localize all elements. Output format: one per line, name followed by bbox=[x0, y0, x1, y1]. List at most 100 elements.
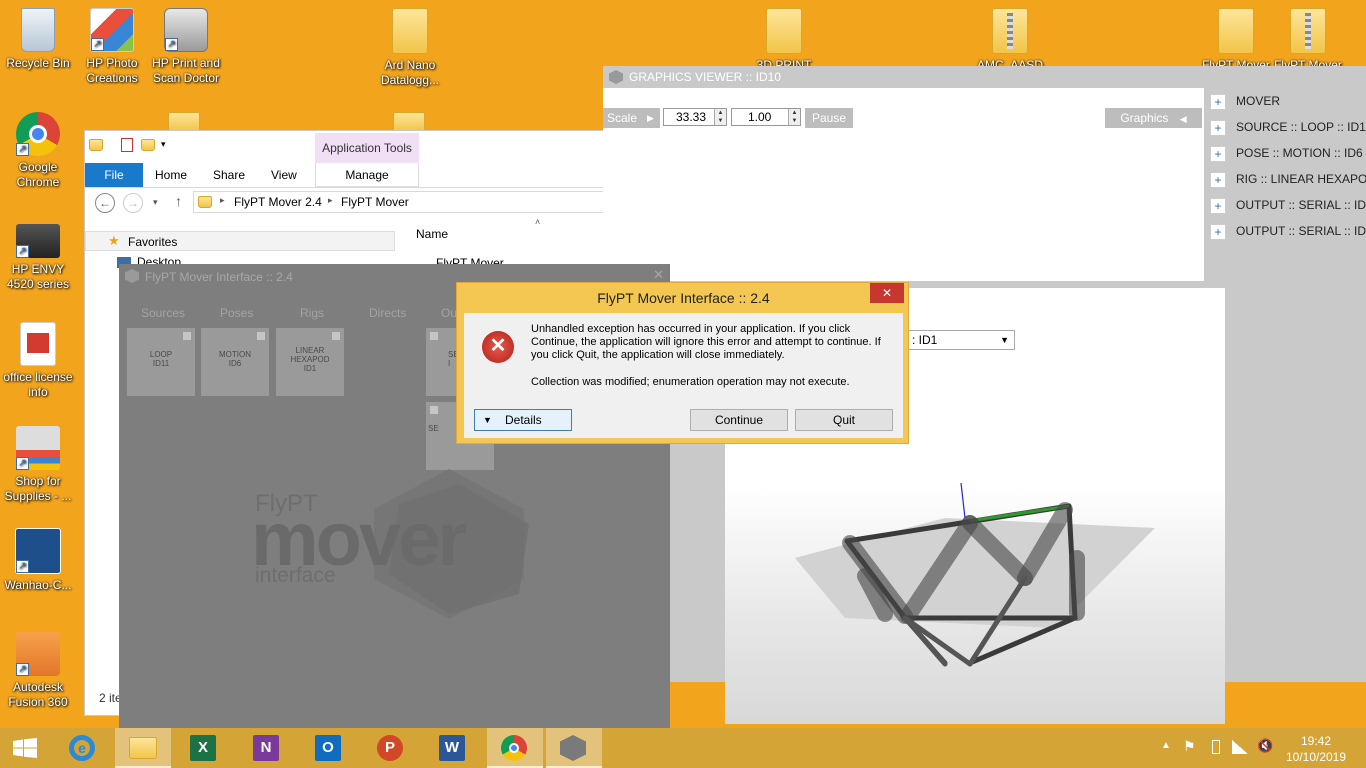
tree-node-output-id3[interactable]: + OUTPUT :: SERIAL :: ID3 bbox=[1207, 194, 1366, 216]
battery-icon[interactable] bbox=[1212, 740, 1220, 754]
taskbar-internet-explorer[interactable]: e bbox=[54, 728, 110, 768]
tree-node-pose[interactable]: + POSE :: MOTION :: ID6 bbox=[1207, 142, 1363, 164]
tab-home[interactable]: Home bbox=[145, 163, 197, 187]
expand-icon[interactable]: + bbox=[1210, 145, 1226, 162]
tab-file[interactable]: File bbox=[85, 163, 143, 187]
desktop-icon-label: Shop for Supplies - ... bbox=[4, 474, 72, 503]
tree-node-rig[interactable]: + RIG :: LINEAR HEXAPOD bbox=[1207, 168, 1366, 190]
taskbar: e X N O P W ▲ ⚑ 🔇 19:42 10/10/2019 bbox=[0, 728, 1366, 768]
desktop-icon-3d-print[interactable]: 3D PRINT bbox=[746, 8, 822, 66]
taskbar-outlook[interactable]: O bbox=[300, 728, 356, 768]
checkbox-icon[interactable] bbox=[430, 406, 438, 414]
folder-icon[interactable] bbox=[89, 139, 103, 151]
tab-sources[interactable]: Sources bbox=[141, 306, 185, 320]
tree-node-mover[interactable]: + MOVER bbox=[1207, 90, 1280, 112]
tab-rigs[interactable]: Rigs bbox=[300, 306, 324, 320]
desktop-icon-office-license[interactable]: office license info bbox=[0, 322, 76, 400]
recent-locations-icon[interactable]: ▾ bbox=[153, 197, 158, 208]
new-folder-icon[interactable] bbox=[141, 139, 155, 151]
address-bar[interactable]: ▸ FlyPT Mover 2.4 ▸ FlyPT Mover bbox=[193, 191, 605, 213]
desktop-icon-wanhao[interactable]: ↗ Wanhao-C... bbox=[0, 528, 76, 593]
breadcrumb-separator-icon: ▸ bbox=[220, 195, 225, 205]
close-icon[interactable]: ✕ bbox=[653, 267, 664, 283]
desktop-icon-ard-nano[interactable]: Ard Nano Datalogg... bbox=[372, 8, 448, 88]
expand-icon[interactable]: + bbox=[1210, 223, 1226, 240]
tab-view[interactable]: View bbox=[261, 163, 307, 187]
desktop-icon-chrome[interactable]: ↗ Google Chrome bbox=[0, 112, 76, 190]
play-icon[interactable]: ▶ bbox=[647, 108, 654, 128]
properties-icon[interactable] bbox=[121, 138, 133, 152]
tab-share[interactable]: Share bbox=[203, 163, 255, 187]
value-input[interactable]: 1.00 ▲ ▼ bbox=[731, 108, 801, 126]
favorites-node[interactable]: ★ Favorites bbox=[85, 231, 395, 251]
tab-poses[interactable]: Poses bbox=[220, 306, 253, 320]
checkbox-icon[interactable] bbox=[257, 332, 265, 340]
expand-icon[interactable]: + bbox=[1210, 119, 1226, 136]
desktop-icon-recycle-bin[interactable]: Recycle Bin bbox=[0, 8, 76, 71]
desktop-icon-hp-photo[interactable]: ↗ HP Photo Creations bbox=[74, 8, 150, 86]
desktop-icon-shop-supplies[interactable]: ↗ Shop for Supplies - ... bbox=[0, 426, 76, 504]
taskbar-onenote[interactable]: N bbox=[238, 728, 294, 768]
desktop-icon-hp-doctor[interactable]: ↗ HP Print and Scan Doctor bbox=[148, 8, 224, 86]
tile-linear-hexapod-rig[interactable]: LINEAR HEXAPOD ID1 bbox=[276, 328, 344, 396]
action-center-icon[interactable]: ⚑ bbox=[1183, 738, 1196, 755]
show-hidden-icons-icon[interactable]: ▲ bbox=[1161, 740, 1171, 751]
spinner-arrows-icon[interactable]: ▲ ▼ bbox=[788, 109, 800, 125]
rig-dropdown[interactable]: : ID1 ▼ bbox=[903, 330, 1015, 350]
expand-icon[interactable]: + bbox=[1210, 93, 1226, 110]
taskbar-powerpoint[interactable]: P bbox=[362, 728, 418, 768]
up-arrow-icon[interactable]: ↑ bbox=[175, 193, 182, 209]
spinner-arrows-icon[interactable]: ▲ ▼ bbox=[714, 109, 726, 125]
taskbar-excel[interactable]: X bbox=[175, 728, 231, 768]
dialog-close-button[interactable]: ✕ bbox=[870, 283, 904, 303]
desktop-icon-label: FlyPT Mover bbox=[1202, 58, 1270, 66]
chevron-down-icon[interactable]: ▾ bbox=[161, 139, 166, 150]
signal-icon[interactable] bbox=[1232, 740, 1248, 754]
graphics-button[interactable]: Graphics ◀ bbox=[1105, 108, 1202, 128]
desktop-icon-hp-envy[interactable]: ↗ HP ENVY 4520 series bbox=[0, 218, 76, 292]
column-header-name[interactable]: Name bbox=[416, 227, 448, 241]
tab-directs[interactable]: Directs bbox=[369, 306, 406, 320]
breadcrumb-item[interactable]: FlyPT Mover 2.4 bbox=[234, 195, 322, 209]
scroll-up-icon[interactable]: ▲ bbox=[1213, 290, 1223, 301]
error-message: Unhandled exception has occurred in your… bbox=[531, 323, 881, 361]
scale-input[interactable]: 33.33 ▲ ▼ bbox=[663, 108, 727, 126]
volume-muted-icon[interactable]: 🔇 bbox=[1257, 738, 1273, 754]
star-icon: ★ bbox=[108, 233, 120, 248]
checkbox-icon[interactable] bbox=[332, 332, 340, 340]
taskbar-chrome[interactable] bbox=[487, 728, 543, 768]
taskbar-word[interactable]: W bbox=[424, 728, 480, 768]
tab-manage[interactable]: Manage bbox=[315, 163, 419, 187]
forward-arrow-icon[interactable]: → bbox=[123, 193, 143, 213]
clock-time[interactable]: 19:42 bbox=[1280, 734, 1352, 748]
tile-loop-source[interactable]: LOOP ID11 bbox=[127, 328, 195, 396]
printer-icon: ↗ bbox=[16, 224, 60, 258]
desktop-icon-flypt-folder[interactable]: FlyPT Mover bbox=[1198, 8, 1274, 66]
pause-button[interactable]: Pause bbox=[805, 108, 853, 128]
tile-motion-pose[interactable]: MOTION ID6 bbox=[201, 328, 269, 396]
hexapod-render bbox=[795, 482, 1155, 667]
tree-node-source[interactable]: + SOURCE :: LOOP :: ID11 bbox=[1207, 116, 1366, 138]
expand-icon[interactable]: + bbox=[1210, 171, 1226, 188]
error-dialog: FlyPT Mover Interface :: 2.4 ✕ ✕ Unhandl… bbox=[456, 282, 909, 444]
breadcrumb-item[interactable]: FlyPT Mover bbox=[341, 195, 409, 209]
start-button[interactable] bbox=[0, 728, 50, 768]
desktop-icon-fusion[interactable]: ↗ Autodesk Fusion 360 bbox=[0, 632, 76, 710]
checkbox-icon[interactable] bbox=[430, 332, 438, 340]
checkbox-icon[interactable] bbox=[183, 332, 191, 340]
desktop-icon-flypt-zip[interactable]: FlyPT Mover bbox=[1270, 8, 1346, 66]
back-arrow-icon[interactable]: ← bbox=[95, 193, 115, 213]
continue-button[interactable]: Continue bbox=[690, 409, 788, 431]
breadcrumb-separator-icon: ▸ bbox=[328, 195, 333, 205]
hp-photo-icon: ↗ bbox=[90, 8, 134, 52]
clock-date[interactable]: 10/10/2019 bbox=[1280, 750, 1352, 764]
details-button[interactable]: ▼ Details bbox=[474, 409, 572, 431]
taskbar-flypt-mover[interactable] bbox=[546, 728, 602, 768]
taskbar-file-explorer[interactable] bbox=[115, 728, 171, 768]
tree-node-output-id4[interactable]: + OUTPUT :: SERIAL :: ID4 bbox=[1207, 220, 1366, 242]
window-title: FlyPT Mover Interface :: 2.4 bbox=[145, 270, 293, 284]
expand-icon[interactable]: + bbox=[1210, 197, 1226, 214]
quit-button[interactable]: Quit bbox=[795, 409, 893, 431]
tab-outputs[interactable]: Ou bbox=[441, 306, 457, 320]
desktop-icon-amc-aasd[interactable]: AMC_AASD bbox=[972, 8, 1048, 66]
